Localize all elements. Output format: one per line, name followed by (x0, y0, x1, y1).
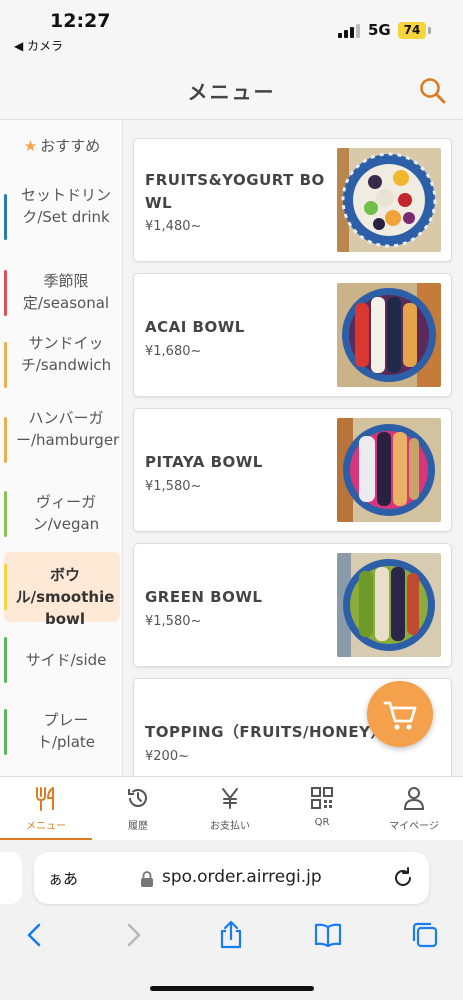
tabs-icon[interactable] (410, 920, 440, 950)
tab-menu[interactable]: メニュー (0, 777, 92, 841)
star-icon: ★ (23, 137, 38, 155)
product-price: ¥1,480~ (145, 219, 202, 234)
app-header: メニュー (0, 58, 463, 120)
category-vegan[interactable]: ヴィーガン/vegan (4, 491, 120, 537)
cart-icon (383, 701, 417, 730)
cart-button[interactable] (367, 681, 433, 747)
category-seasonal[interactable]: 季節限定/seasonal (4, 270, 120, 316)
product-price: ¥1,580~ (145, 479, 202, 494)
category-sidebar: ★ おすすめ セットドリンク/Set drink 季節限定/seasonal サン… (0, 121, 123, 776)
product-image (337, 283, 441, 387)
url-text: spo.order.airregi.jp (162, 867, 322, 887)
product-price: ¥1,580~ (145, 614, 202, 629)
browser-toolbar: ぁあ spo.order.airregi.jp (0, 840, 463, 1000)
category-hamburger[interactable]: ハンバーガー/hamburger (4, 407, 120, 473)
category-plate[interactable]: プレート/plate (4, 709, 120, 755)
category-set-drink[interactable]: セットドリンク/Set drink (4, 184, 120, 250)
tab-label: 履歴 (128, 821, 148, 832)
forward-icon[interactable] (118, 920, 148, 950)
reload-icon[interactable] (391, 866, 415, 890)
product-name: PITAYA BOWL (145, 453, 263, 471)
tab-label: メニュー (26, 821, 66, 832)
tab-qr[interactable]: QR (276, 777, 368, 841)
product-image (337, 418, 441, 522)
status-time: 12:27 (50, 10, 111, 32)
category-color-bar (4, 637, 7, 683)
bookmarks-icon[interactable] (313, 920, 343, 950)
product-name: TOPPING（FRUITS/HONEY） (145, 723, 386, 741)
category-color-bar (4, 709, 7, 755)
battery-icon: 74 (398, 22, 426, 39)
product-image (337, 553, 441, 657)
product-name: GREEN BOWL (145, 588, 263, 606)
utensils-icon (36, 787, 54, 811)
category-sandwich[interactable]: サンドイッチ/sandwich (4, 332, 120, 398)
product-card-fruits-yogurt-bowl[interactable]: FRUITS&YOGURT BO WL ¥1,480~ (133, 138, 452, 262)
person-icon (403, 787, 425, 810)
page-title: メニュー (187, 80, 276, 104)
text-size-button[interactable]: ぁあ (48, 868, 78, 889)
tab-label: マイページ (389, 821, 439, 832)
bottom-tab-bar: メニュー 履歴 お支払い QR マイページ (0, 776, 463, 841)
product-name: FRUITS&YOGURT BO WL (145, 171, 325, 212)
product-price: ¥1,680~ (145, 344, 202, 359)
category-recommended[interactable]: ★ おすすめ (4, 135, 120, 157)
battery-cap (428, 27, 431, 34)
tab-payment[interactable]: お支払い (184, 777, 276, 841)
back-icon[interactable] (20, 920, 50, 950)
signal-icon (338, 24, 360, 38)
category-color-bar (4, 194, 7, 240)
share-icon[interactable] (216, 920, 246, 950)
category-label: サンドイッチ/sandwich (20, 334, 112, 374)
back-to-app-link[interactable]: ◀ カメラ (14, 37, 63, 54)
category-label: ボウル/smoothie bowl (15, 566, 115, 628)
category-smoothie-bowl[interactable]: ボウル/smoothie bowl (4, 552, 120, 628)
category-label: サイド/side (25, 651, 107, 669)
previous-tab-preview[interactable] (0, 852, 22, 904)
tab-history[interactable]: 履歴 (92, 777, 184, 841)
category-color-bar (4, 491, 7, 537)
search-button[interactable] (418, 76, 448, 106)
home-indicator (150, 986, 314, 991)
category-color-bar (4, 564, 7, 610)
qr-code-icon (311, 787, 333, 809)
category-side[interactable]: サイド/side (4, 637, 120, 683)
category-label: プレート/plate (36, 711, 96, 751)
address-bar[interactable]: ぁあ spo.order.airregi.jp (34, 852, 429, 904)
lock-icon (141, 871, 153, 887)
category-label: ハンバーガー/hamburger (16, 409, 120, 449)
tab-label: お支払い (210, 821, 250, 832)
category-label: おすすめ (40, 137, 101, 155)
product-card-pitaya-bowl[interactable]: PITAYA BOWL ¥1,580~ (133, 408, 452, 532)
category-color-bar (4, 417, 7, 463)
history-icon (128, 789, 147, 807)
category-color-bar (4, 270, 7, 316)
product-image (337, 148, 441, 252)
yen-icon (222, 788, 238, 809)
tab-label: QR (314, 817, 330, 828)
tab-mypage[interactable]: マイページ (368, 777, 460, 841)
category-label: セットドリンク/Set drink (20, 186, 111, 226)
category-label: ヴィーガン/vegan (32, 493, 100, 533)
product-price: ¥200~ (145, 749, 189, 764)
category-color-bar (4, 342, 7, 388)
network-label: 5G (368, 21, 391, 39)
search-icon (420, 78, 446, 104)
product-card-green-bowl[interactable]: GREEN BOWL ¥1,580~ (133, 543, 452, 667)
product-card-acai-bowl[interactable]: ACAI BOWL ¥1,680~ (133, 273, 452, 397)
product-list[interactable]: FRUITS&YOGURT BO WL ¥1,480~ ACAI BOWL ¥1,… (124, 121, 463, 776)
status-bar: 12:27 ◀ カメラ 5G 74 (0, 0, 463, 58)
product-name: ACAI BOWL (145, 318, 245, 336)
category-label: 季節限定/seasonal (22, 272, 110, 312)
